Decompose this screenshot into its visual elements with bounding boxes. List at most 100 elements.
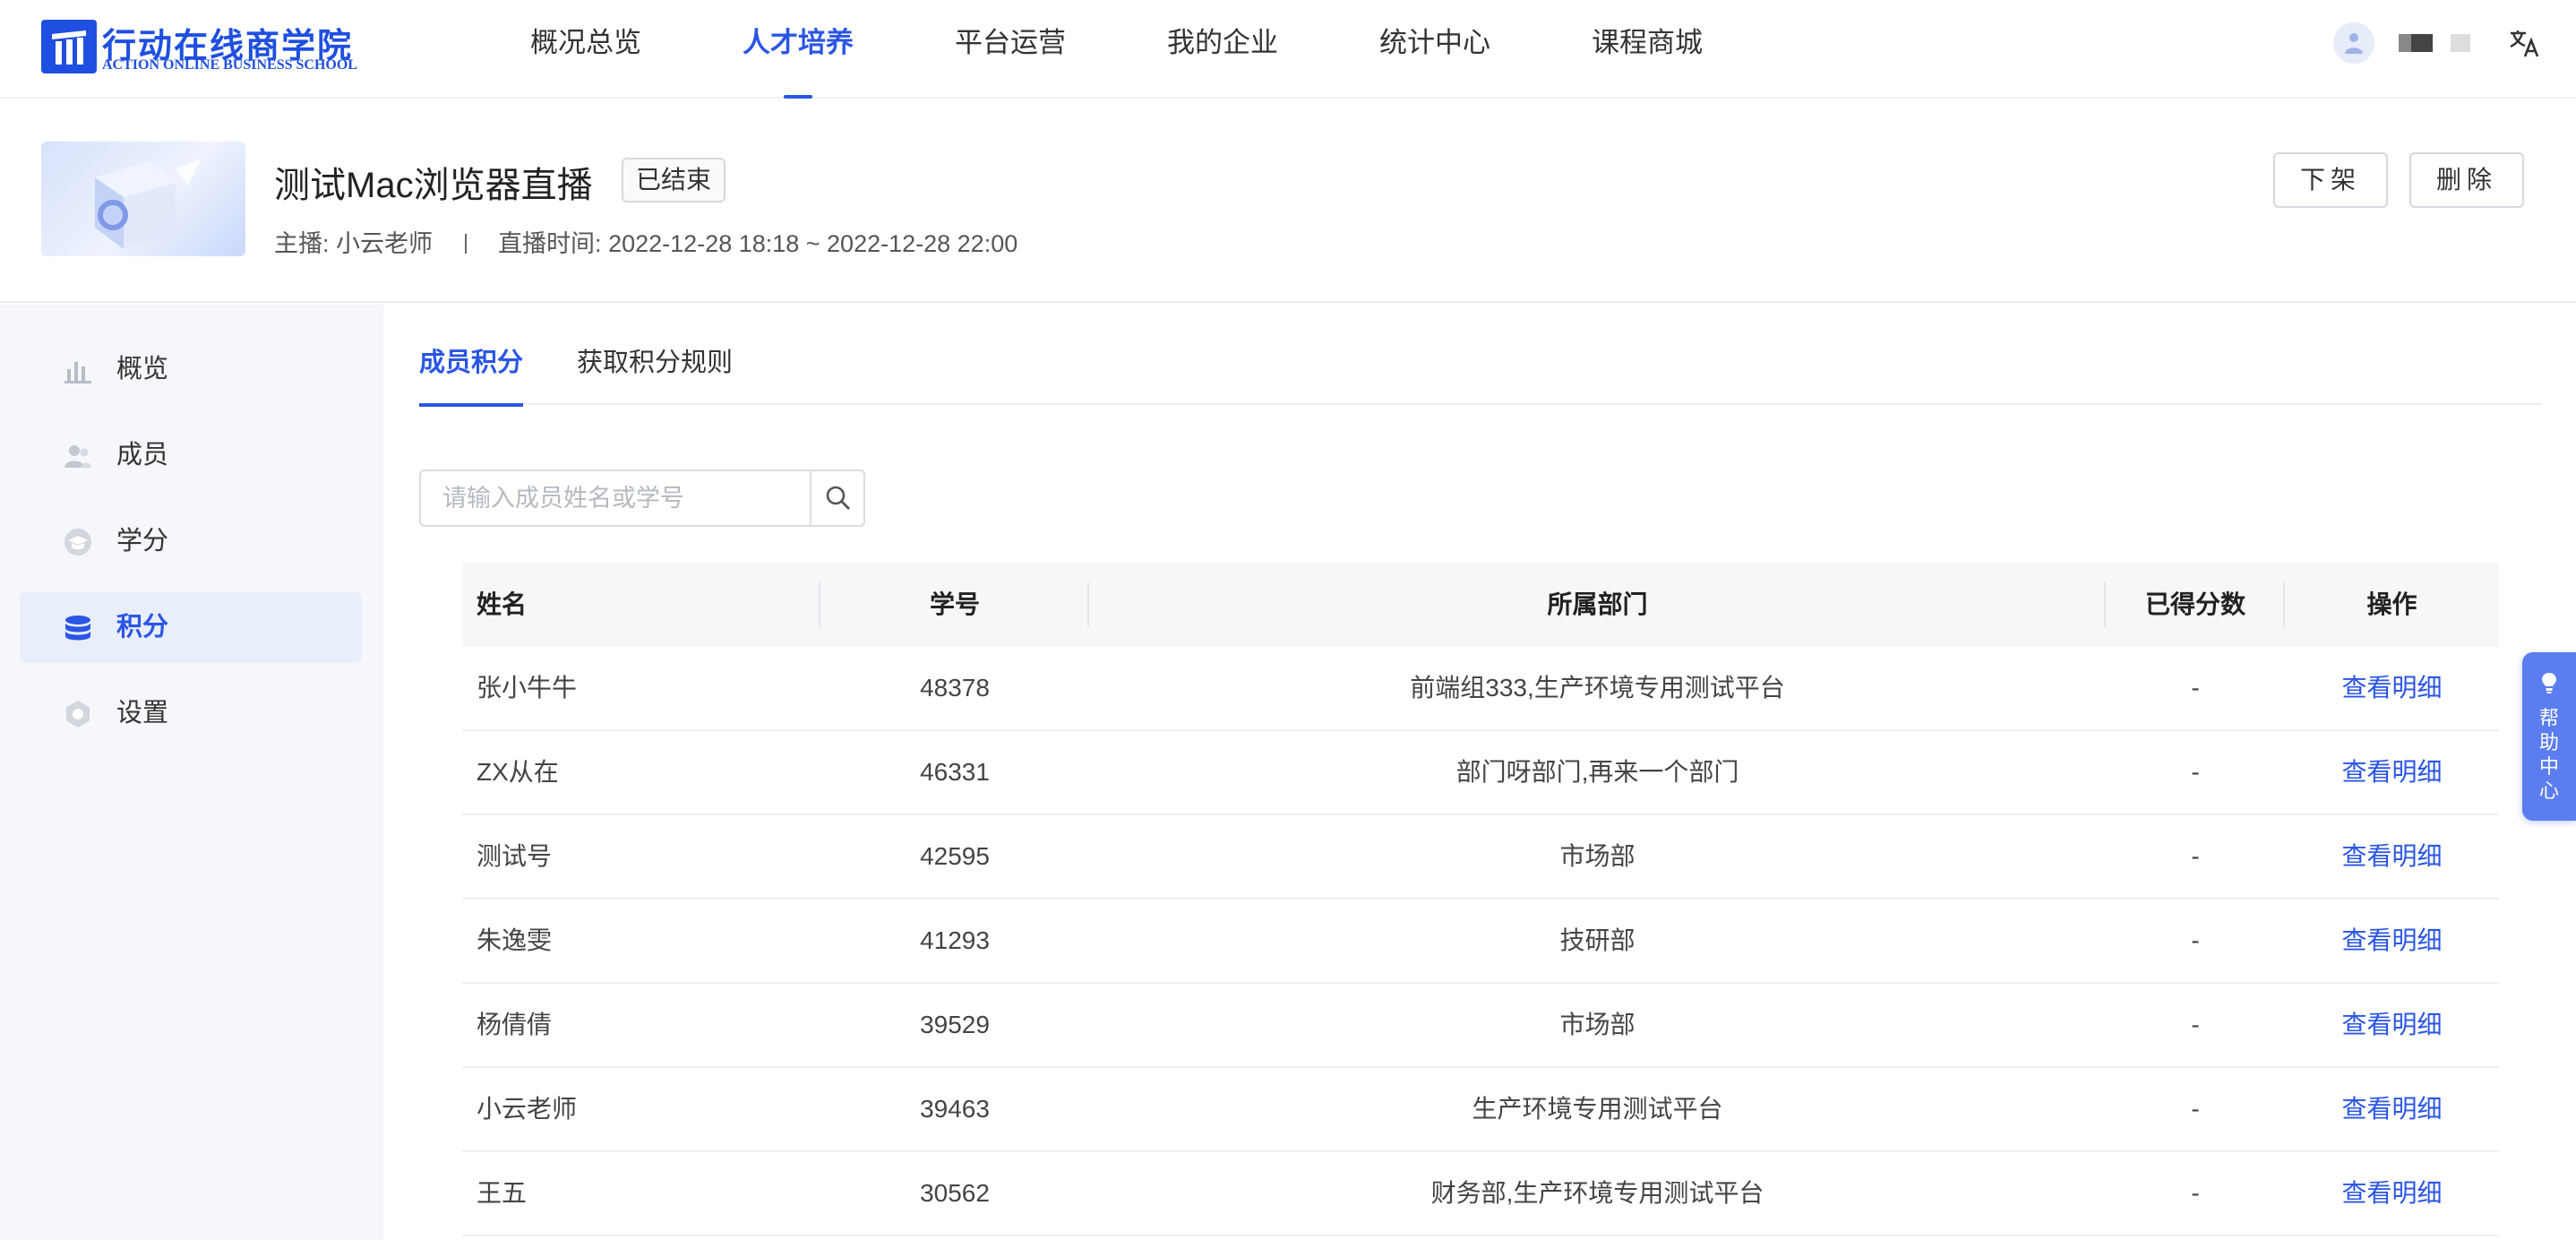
live-time-label: 直播时间: — [498, 230, 602, 257]
cell-name: 测试号 — [477, 842, 553, 870]
cell-name: 小云老师 — [477, 1095, 578, 1123]
sidebar: 概览 成员 学分 积分 设置 — [0, 305, 383, 1240]
delete-button[interactable]: 删除 — [2409, 152, 2524, 208]
users-icon — [63, 441, 93, 471]
cell-score: - — [2191, 1179, 2200, 1207]
cell-department: 市场部 — [1559, 842, 1636, 870]
column-header-name: 姓名 — [477, 590, 528, 618]
sidebar-item-overview[interactable]: 概览 — [20, 333, 362, 405]
nav-item-course-mall[interactable]: 课程商城 — [1592, 0, 1703, 99]
brand-logo[interactable]: 行动在线商学院 ACTION ONLINE BUSINESS SCHOOL — [41, 18, 382, 75]
member-points-table: 姓名 学号 所属部门 已得分数 操作 张小牛牛 48378 前端组333,生产环… — [462, 563, 2499, 1236]
table-row: 小云老师 39463 生产环境专用测试平台 - 查看明细 — [462, 1068, 2499, 1152]
search-icon — [826, 486, 850, 510]
gear-icon — [63, 699, 93, 729]
sidebar-item-settings[interactable]: 设置 — [20, 677, 362, 749]
cell-department: 财务部,生产环境专用测试平台 — [1430, 1179, 1765, 1207]
help-center-button[interactable]: 帮 助 中 心 — [2522, 652, 2576, 821]
cell-id: 46331 — [920, 758, 990, 786]
cell-id: 42595 — [920, 842, 990, 870]
cell-id: 39463 — [920, 1095, 990, 1123]
table-header: 姓名 学号 所属部门 已得分数 操作 — [462, 563, 2499, 647]
sidebar-item-points[interactable]: 积分 — [20, 591, 362, 663]
unpublish-button[interactable]: 下架 — [2273, 152, 2388, 208]
view-details-link[interactable]: 查看明细 — [2285, 1068, 2499, 1150]
column-header-score: 已得分数 — [2144, 590, 2245, 618]
cell-score: - — [2191, 926, 2200, 954]
sidebar-item-label: 概览 — [116, 355, 169, 383]
cell-name: ZX从在 — [477, 758, 559, 786]
table-row: 朱逸雯 41293 技研部 - 查看明细 — [462, 900, 2499, 984]
host-label: 主播: — [274, 230, 330, 257]
view-details-link[interactable]: 查看明细 — [2285, 1152, 2499, 1235]
view-details-link[interactable]: 查看明细 — [2285, 731, 2499, 814]
cell-name: 张小牛牛 — [477, 674, 578, 702]
table-row: 王五 30562 财务部,生产环境专用测试平台 - 查看明细 — [462, 1152, 2499, 1236]
top-navigation-bar: 行动在线商学院 ACTION ONLINE BUSINESS SCHOOL 概况… — [0, 0, 2576, 99]
view-details-link[interactable]: 查看明细 — [2285, 647, 2499, 729]
cell-score: - — [2191, 758, 2200, 786]
cell-department: 部门呀部门,再来一个部门 — [1455, 758, 1739, 786]
avatar-icon[interactable] — [2333, 22, 2374, 64]
translate-icon[interactable] — [2508, 27, 2540, 59]
nav-item-platform-operation[interactable]: 平台运营 — [955, 0, 1066, 99]
cell-department: 前端组333,生产环境专用测试平台 — [1410, 674, 1785, 702]
sidebar-item-label: 成员 — [116, 441, 169, 469]
cell-score: - — [2191, 1011, 2200, 1038]
cell-id: 39529 — [920, 1011, 990, 1038]
search-button[interactable] — [810, 471, 863, 525]
view-details-link[interactable]: 查看明细 — [2285, 984, 2499, 1066]
logo-mark-icon — [41, 20, 97, 73]
search-input[interactable] — [421, 471, 810, 525]
column-header-id: 学号 — [929, 590, 980, 618]
user-name-redacted[interactable] — [2399, 34, 2434, 52]
sidebar-item-credits[interactable]: 学分 — [20, 505, 362, 577]
meta-divider — [464, 234, 467, 254]
graduation-cap-icon — [63, 527, 93, 557]
nav-item-talent-development[interactable]: 人才培养 — [743, 0, 854, 99]
cell-name: 朱逸雯 — [477, 926, 553, 954]
sidebar-item-members[interactable]: 成员 — [20, 419, 362, 491]
table-row: ZX从在 46331 部门呀部门,再来一个部门 - 查看明细 — [462, 731, 2499, 815]
view-details-link[interactable]: 查看明细 — [2285, 815, 2499, 898]
column-header-department: 所属部门 — [1547, 590, 1648, 618]
column-header-actions: 操作 — [2366, 590, 2417, 618]
brand-name-en: ACTION ONLINE BUSINESS SCHOOL — [102, 57, 357, 73]
tab-member-points[interactable]: 成员积分 — [419, 333, 524, 407]
sidebar-item-label: 学分 — [116, 527, 169, 555]
user-org-redacted — [2451, 34, 2470, 52]
help-center-label: 帮 助 中 心 — [2538, 707, 2559, 802]
sidebar-item-label: 积分 — [116, 613, 169, 642]
tab-points-rules[interactable]: 获取积分规则 — [577, 333, 733, 405]
status-badge: 已结束 — [622, 158, 726, 202]
course-meta: 主播: 小云老师 直播时间: 2022-12-28 18:18 ~ 2022-1… — [274, 224, 1018, 259]
bar-chart-icon — [63, 355, 93, 385]
cell-id: 30562 — [920, 1179, 990, 1207]
course-header: 测试Mac浏览器直播 已结束 主播: 小云老师 直播时间: 2022-12-28… — [0, 99, 2576, 303]
view-details-link[interactable]: 查看明细 — [2285, 900, 2499, 982]
table-row: 测试号 42595 市场部 - 查看明细 — [462, 815, 2499, 900]
table-row: 张小牛牛 48378 前端组333,生产环境专用测试平台 - 查看明细 — [462, 647, 2499, 731]
nav-item-overview[interactable]: 概况总览 — [530, 0, 641, 99]
sidebar-item-label: 设置 — [116, 699, 169, 728]
cell-department: 技研部 — [1559, 926, 1636, 954]
table-row: 杨倩倩 39529 市场部 - 查看明细 — [462, 984, 2499, 1068]
nav-item-my-enterprise[interactable]: 我的企业 — [1167, 0, 1278, 99]
coin-stack-icon — [63, 613, 93, 643]
member-search — [419, 469, 865, 527]
cell-score: - — [2191, 1095, 2200, 1123]
cell-department: 市场部 — [1559, 1011, 1636, 1038]
cell-id: 41293 — [920, 926, 990, 954]
lightbulb-icon — [2542, 673, 2556, 693]
cell-department: 生产环境专用测试平台 — [1472, 1095, 1723, 1123]
course-cover-image — [41, 142, 245, 256]
host-name: 小云老师 — [336, 230, 434, 257]
cell-score: - — [2191, 842, 2200, 870]
cell-name: 杨倩倩 — [477, 1011, 553, 1038]
main-nav: 概况总览 人才培养 平台运营 我的企业 统计中心 课程商城 — [530, 0, 1804, 99]
nav-item-statistics[interactable]: 统计中心 — [1379, 0, 1490, 99]
cell-id: 48378 — [920, 674, 990, 702]
course-title: 测试Mac浏览器直播 — [274, 166, 593, 205]
cell-score: - — [2191, 674, 2200, 702]
live-time-value: 2022-12-28 18:18 ~ 2022-12-28 22:00 — [608, 230, 1018, 257]
